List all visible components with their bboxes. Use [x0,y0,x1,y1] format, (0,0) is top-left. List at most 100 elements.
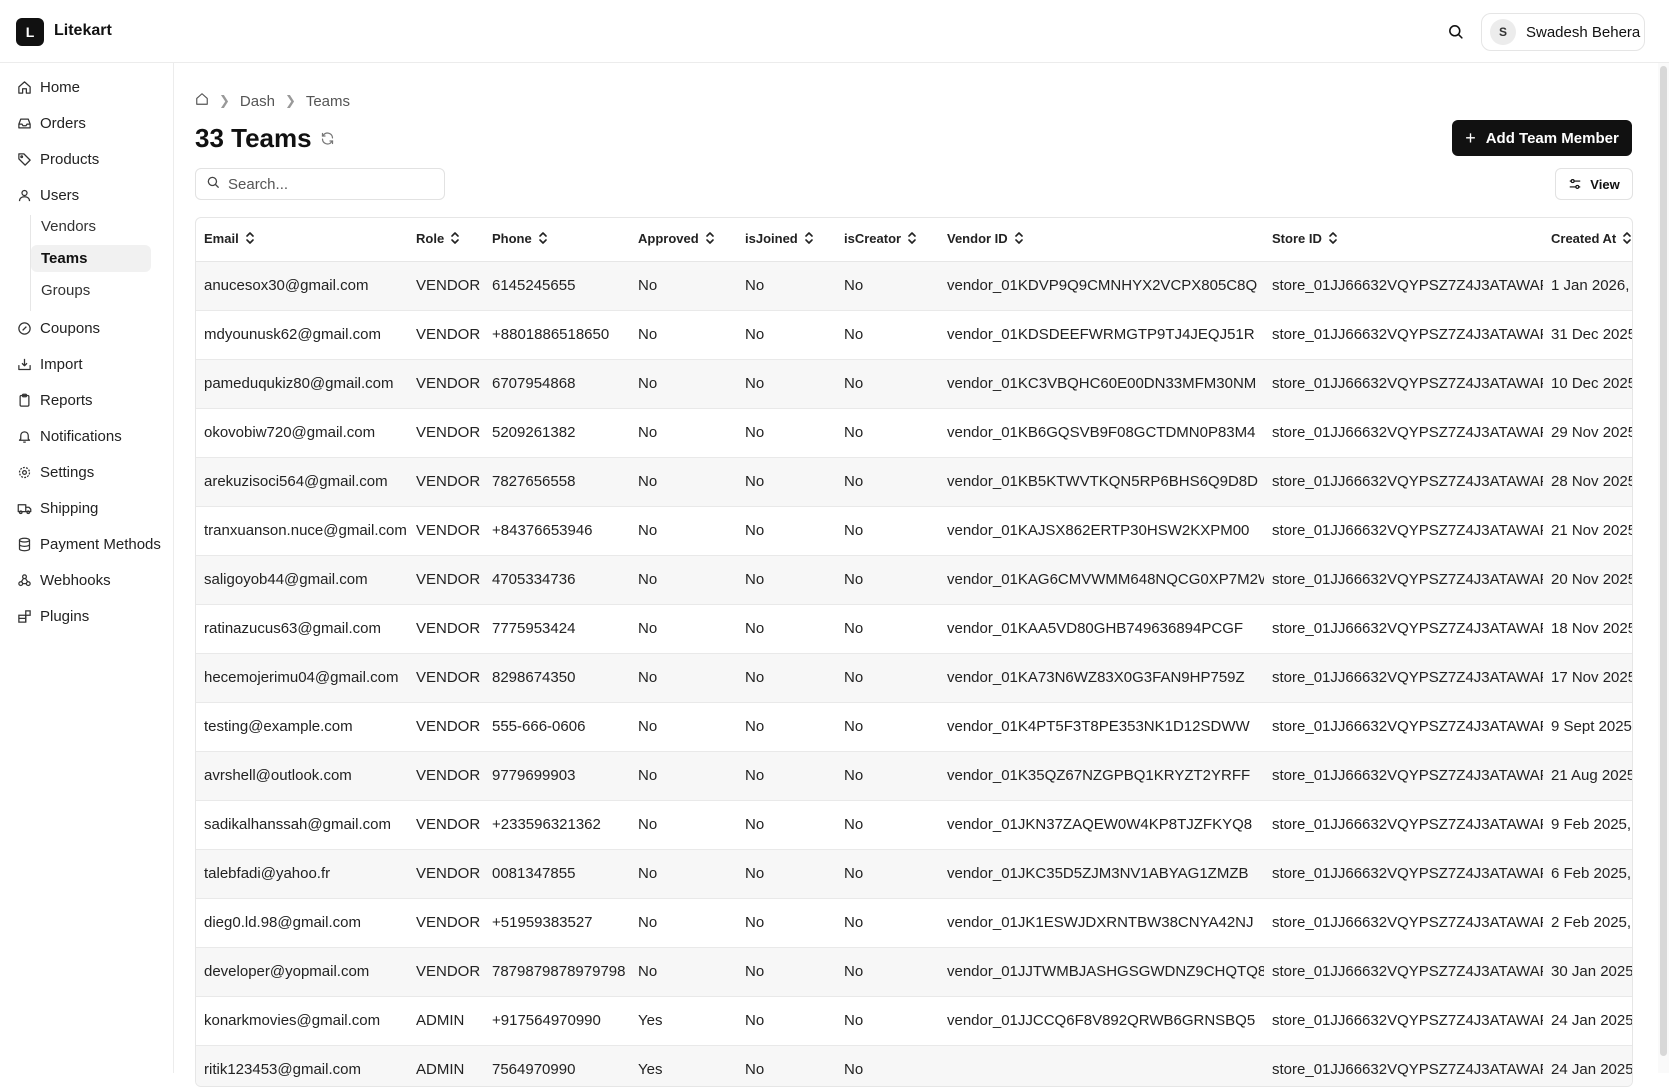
column-header[interactable]: Phone [484,218,630,262]
search-input[interactable] [228,175,428,193]
add-team-member-button[interactable]: + Add Team Member [1452,120,1632,156]
column-header[interactable]: Vendor ID [939,218,1264,262]
sidebar-item-products[interactable]: Products [16,145,99,173]
sidebar-item-notifications[interactable]: Notifications [16,422,122,450]
table-cell: talebfadi@yahoo.fr [196,849,408,899]
sort-icon[interactable] [804,231,814,248]
table-row[interactable]: avrshell@outlook.com VENDOR 9779699903 No No… [196,751,1632,801]
column-header[interactable]: Role [408,218,484,262]
table-cell: VENDOR [408,751,484,801]
table-row[interactable]: ritik123453@gmail.com ADMIN 7564970990 Yes N… [196,1045,1632,1086]
sidebar-subitem-groups[interactable]: Groups [31,277,151,304]
sidebar-subitem-vendors[interactable]: Vendors [31,213,151,240]
table-cell: store_01JJ66632VQYPSZ7Z4J3ATAWAP [1264,1045,1543,1086]
table-cell: ratinazucus63@gmail.com [196,604,408,654]
sort-icon[interactable] [1622,231,1632,248]
sidebar-item-home[interactable]: Home [16,73,80,101]
column-header[interactable]: Approved [630,218,737,262]
table-row[interactable]: saligoyob44@gmail.com VENDOR 4705334736 No N… [196,555,1632,605]
sort-icon[interactable] [450,231,460,248]
table-cell: 28 Nov 2025, [1543,457,1632,507]
sidebar-item-import[interactable]: Import [16,350,83,378]
table-cell: store_01JJ66632VQYPSZ7Z4J3ATAWAP [1264,849,1543,899]
column-header[interactable]: Store ID [1264,218,1543,262]
table-row[interactable]: arekuzisoci564@gmail.com VENDOR 7827656558… [196,457,1632,507]
sidebar-item-label: Products [40,150,100,168]
table-row[interactable]: talebfadi@yahoo.fr VENDOR 0081347855 No No No… [196,849,1632,899]
table-cell: tranxuanson.nuce@gmail.com [196,506,408,556]
table-row[interactable]: anucesox30@gmail.com VENDOR 6145245655 No No… [196,261,1632,311]
search-icon[interactable] [1440,16,1470,46]
table-cell: 1 Jan 2026, 0 [1543,261,1632,311]
app-name[interactable]: Litekart [54,22,112,40]
table-row[interactable]: ratinazucus63@gmail.com VENDOR 7775953424 N… [196,604,1632,654]
breadcrumb-dash[interactable]: Dash [240,93,275,110]
table-cell: ritik123453@gmail.com [196,1045,408,1086]
table-cell: vendor_01JJTWMBJASHGSGWDNZ9CHQTQ8 [939,947,1264,997]
sidebar-subitem-teams[interactable]: Teams [31,245,151,272]
sidebar-item-payment-methods[interactable]: Payment Methods [16,530,161,558]
table-row[interactable]: testing@example.com VENDOR 555-666-0606 No N… [196,702,1632,752]
table-cell: No [737,702,836,752]
table-cell: 31 Dec 2025, [1543,310,1632,360]
table-row[interactable]: mdyounusk62@gmail.com VENDOR +880188651865… [196,310,1632,360]
table-cell: No [737,408,836,458]
table-cell: No [836,947,939,997]
table-cell: 21 Nov 2025, [1543,506,1632,556]
view-options-button[interactable]: View [1555,168,1633,200]
sidebar-item-users[interactable]: Users [16,181,79,209]
table-cell: No [630,947,737,997]
table-row[interactable]: sadikalhanssah@gmail.com VENDOR +233596321… [196,800,1632,850]
table-cell: ADMIN [408,996,484,1046]
sidebar-item-orders[interactable]: Orders [16,109,86,137]
column-header[interactable]: isCreator [836,218,939,262]
column-header-label: Email [204,230,239,246]
column-header-label: Created At [1551,230,1617,246]
table-cell: No [630,261,737,311]
table-cell: sadikalhanssah@gmail.com [196,800,408,850]
table-row[interactable]: konarkmovies@gmail.com ADMIN +917564970990… [196,996,1632,1046]
table-row[interactable]: okovobiw720@gmail.com VENDOR 5209261382 No N… [196,408,1632,458]
table-cell: No [737,849,836,899]
sort-icon[interactable] [1328,231,1338,248]
gear-icon [16,464,32,480]
sort-icon[interactable] [907,231,917,248]
user-name: Swadesh Behera [1526,23,1641,41]
breadcrumb-home-icon[interactable] [195,92,209,110]
clipboard-icon [16,392,32,408]
sidebar-item-plugins[interactable]: Plugins [16,602,89,630]
table-cell: No [737,506,836,556]
table-row[interactable]: tranxuanson.nuce@gmail.com VENDOR +8437665… [196,506,1632,556]
user-menu-button[interactable]: S Swadesh Behera [1481,13,1645,51]
app-logo[interactable]: L [16,18,44,46]
sidebar-item-coupons[interactable]: Coupons [16,314,100,342]
sidebar-item-settings[interactable]: Settings [16,458,94,486]
sidebar-item-reports[interactable]: Reports [16,386,93,414]
sort-icon[interactable] [538,231,548,248]
table-row[interactable]: hecemojerimu04@gmail.com VENDOR 8298674350… [196,653,1632,703]
sort-icon[interactable] [705,231,715,248]
refresh-icon[interactable] [320,131,335,146]
sort-icon[interactable] [1014,231,1024,248]
column-header-label: Store ID [1272,230,1322,246]
table-row[interactable]: dieg0.ld.98@gmail.com VENDOR +51959383527 N… [196,898,1632,948]
scrollbar-thumb[interactable] [1660,66,1667,1056]
column-header[interactable]: isJoined [737,218,836,262]
table-cell: vendor_01JKN37ZAQEW0W4KP8TJZFKYQ8 [939,800,1264,850]
table-row[interactable]: pameduqukiz80@gmail.com VENDOR 6707954868 N… [196,359,1632,409]
column-header[interactable]: Email [196,218,408,262]
table-cell: store_01JJ66632VQYPSZ7Z4J3ATAWAP [1264,604,1543,654]
table-cell: No [836,653,939,703]
table-cell: testing@example.com [196,702,408,752]
table-body: anucesox30@gmail.com VENDOR 6145245655 No No… [196,261,1632,1086]
sidebar-item-label: Orders [40,114,86,132]
table-cell: No [836,800,939,850]
table-cell: No [737,653,836,703]
table-cell: VENDOR [408,604,484,654]
sidebar-item-webhooks[interactable]: Webhooks [16,566,111,594]
sidebar-item-shipping[interactable]: Shipping [16,494,98,522]
sort-icon[interactable] [245,231,255,248]
table-row[interactable]: developer@yopmail.com VENDOR 7879879878979… [196,947,1632,997]
column-header[interactable]: Created At [1543,218,1632,262]
table-cell: No [737,898,836,948]
